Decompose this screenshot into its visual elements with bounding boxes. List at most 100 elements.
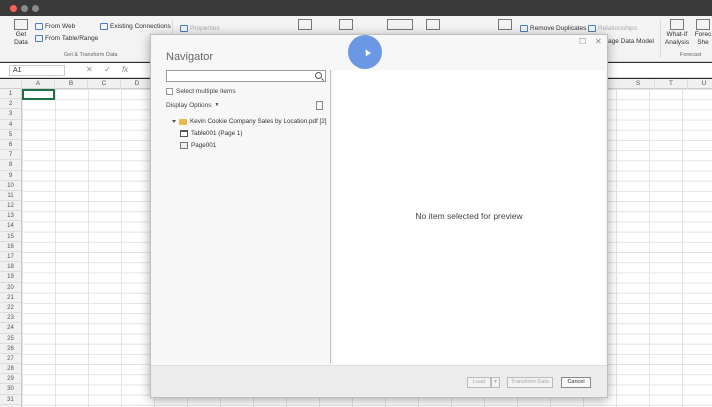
transform-data-button[interactable]: Transform Data <box>507 377 553 388</box>
what-if-icon <box>670 19 684 30</box>
refresh-icon <box>180 25 188 32</box>
zoom-window-button[interactable] <box>32 5 39 12</box>
row-header[interactable]: 16 <box>0 242 21 252</box>
row-header[interactable]: 28 <box>0 364 21 375</box>
row-header[interactable]: 12 <box>0 201 21 212</box>
row-header[interactable]: 25 <box>0 334 21 344</box>
row-header[interactable]: 14 <box>0 221 21 232</box>
row-header[interactable]: 2 <box>0 99 21 110</box>
column-header[interactable]: B <box>55 79 88 89</box>
existing-connections-button[interactable]: Existing Connections <box>100 23 171 30</box>
row-header[interactable]: 22 <box>0 303 21 314</box>
remove-duplicates-button[interactable]: Remove Duplicates <box>520 25 586 32</box>
row-header[interactable]: 24 <box>0 323 21 334</box>
select-multiple-checkbox[interactable] <box>166 88 173 95</box>
preview-pane: No item selected for preview <box>333 70 605 365</box>
search-input[interactable] <box>166 70 326 82</box>
column-header[interactable]: C <box>88 79 121 89</box>
remove-duplicates-icon <box>520 25 528 32</box>
row-header[interactable]: 20 <box>0 283 21 293</box>
close-window-button[interactable] <box>10 5 17 12</box>
maximize-dialog-icon[interactable]: ☐ <box>579 37 586 46</box>
row-header[interactable]: 13 <box>0 211 21 222</box>
ribbon-separator <box>660 20 661 58</box>
row-header[interactable]: 18 <box>0 262 21 273</box>
row-header[interactable]: 4 <box>0 120 21 130</box>
navigator-dialog: ☐ ✕ Navigator Select multiple items Disp… <box>150 34 608 398</box>
select-multiple-label: Select multiple items <box>176 88 236 95</box>
tree-item-table[interactable]: Table001 (Page 1) <box>180 130 242 137</box>
insert-function-button[interactable]: fx <box>122 65 128 74</box>
filter-icon <box>426 19 440 30</box>
row-header[interactable]: 8 <box>0 160 21 171</box>
row-header[interactable]: 15 <box>0 232 21 242</box>
manage-data-model-button[interactable]: age Data Model <box>608 38 654 45</box>
row-header[interactable]: 5 <box>0 130 21 140</box>
table-icon <box>180 130 188 137</box>
window-titlebar <box>0 0 712 16</box>
row-header[interactable]: 26 <box>0 344 21 354</box>
minimize-window-button[interactable] <box>21 5 28 12</box>
text-to-columns-button[interactable] <box>497 19 513 31</box>
enter-formula-icon[interactable]: ✓ <box>104 65 111 74</box>
row-header[interactable]: 10 <box>0 181 21 191</box>
row-header[interactable]: 11 <box>0 191 21 202</box>
navigator-left-pane: Select multiple items Display Options ▼ … <box>166 70 327 365</box>
filter-button[interactable] <box>425 19 441 31</box>
search-icon <box>315 72 322 79</box>
dialog-title: Navigator <box>166 51 214 63</box>
load-dropdown-button[interactable]: ▾ <box>491 377 500 388</box>
row-header[interactable]: 9 <box>0 171 21 181</box>
row-header[interactable]: 31 <box>0 395 21 405</box>
row-header[interactable]: 23 <box>0 313 21 324</box>
database-icon <box>14 19 28 30</box>
from-web-button[interactable]: From Web <box>35 23 75 30</box>
row-header[interactable]: 21 <box>0 293 21 303</box>
cancel-button[interactable]: Cancel <box>561 377 591 388</box>
web-icon <box>35 23 43 30</box>
row-header[interactable]: 7 <box>0 150 21 161</box>
geography-button[interactable] <box>338 19 354 31</box>
from-table-button[interactable]: From Table/Range <box>35 35 98 42</box>
split-icon <box>498 19 512 30</box>
display-options-dropdown[interactable]: Display Options ▼ <box>166 102 219 109</box>
pane-divider[interactable] <box>330 70 331 363</box>
column-header[interactable]: A <box>22 79 55 89</box>
what-if-analysis-button[interactable]: What-If Analysis <box>664 19 690 47</box>
row-header[interactable]: 19 <box>0 272 21 283</box>
row-header[interactable]: 29 <box>0 374 21 385</box>
close-dialog-icon[interactable]: ✕ <box>595 37 602 46</box>
map-icon <box>339 19 353 30</box>
tree-item-file[interactable]: Kevin Cookie Company Sales by Location.p… <box>172 118 327 125</box>
select-all-corner[interactable] <box>0 79 22 89</box>
row-header[interactable]: 17 <box>0 252 21 263</box>
row-header[interactable]: 3 <box>0 109 21 120</box>
column-header[interactable]: S <box>622 79 655 89</box>
stocks-button[interactable] <box>297 19 313 31</box>
get-data-button[interactable]: Get Data <box>10 19 32 47</box>
row-header[interactable]: 27 <box>0 354 21 365</box>
page-icon <box>180 142 188 149</box>
bank-icon <box>298 19 312 30</box>
tree-item-page[interactable]: Page001 <box>180 142 216 149</box>
row-header[interactable]: 30 <box>0 384 21 395</box>
forecast-sheet-button[interactable]: Forec She <box>694 19 712 47</box>
load-button[interactable]: Load <box>467 377 491 388</box>
relationships-button[interactable]: Relationships <box>588 25 637 32</box>
dialog-footer: Load ▾ Transform Data Cancel <box>151 365 607 397</box>
cancel-formula-icon[interactable]: ✕ <box>86 65 93 74</box>
select-multiple-items[interactable]: Select multiple items <box>166 88 236 95</box>
row-header[interactable]: 6 <box>0 140 21 151</box>
row-header[interactable]: 1 <box>0 89 21 100</box>
column-header[interactable]: U <box>688 79 712 89</box>
column-header[interactable]: T <box>655 79 688 89</box>
properties-button[interactable]: Properties <box>180 25 220 32</box>
sort-button[interactable] <box>385 19 415 31</box>
tree-item-label: Kevin Cookie Company Sales by Location.p… <box>190 118 327 125</box>
expand-triangle-icon[interactable] <box>172 120 176 123</box>
relationships-icon <box>588 25 596 32</box>
active-cell-selection[interactable] <box>22 89 55 100</box>
refresh-preview-icon[interactable] <box>316 101 323 110</box>
name-box[interactable]: A1 <box>9 65 65 76</box>
folder-icon <box>179 118 187 125</box>
